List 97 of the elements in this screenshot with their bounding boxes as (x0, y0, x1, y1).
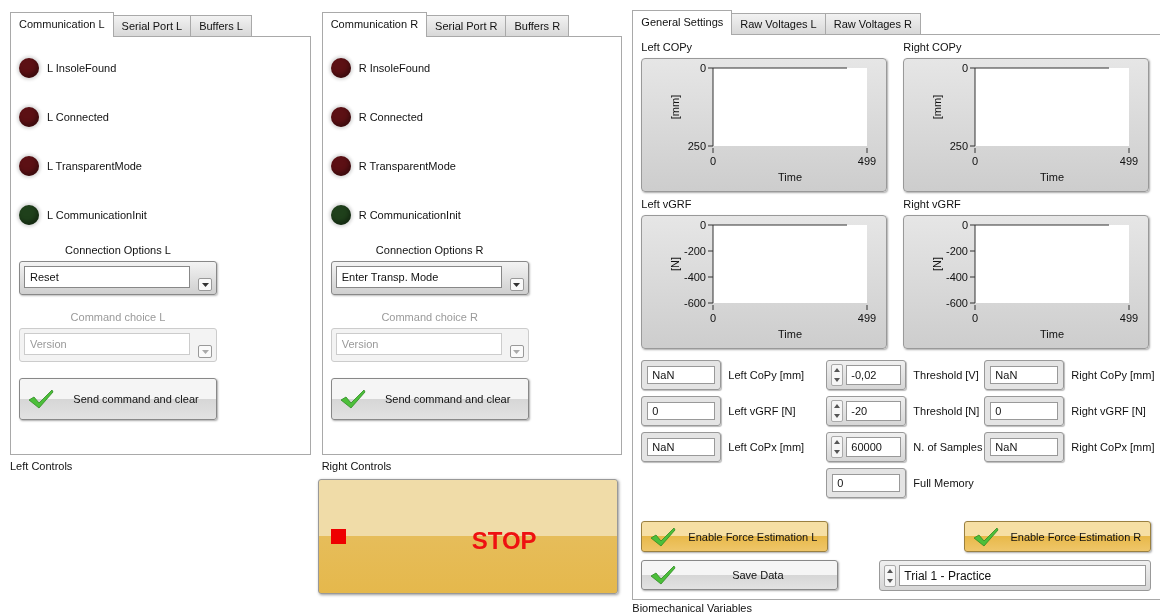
axis-title: [N] (669, 256, 682, 272)
tick-label: 499 (858, 155, 877, 167)
spinner-icon (831, 400, 844, 422)
numeric-control[interactable]: -0,02 (826, 360, 907, 390)
numeric-indicator: 0 (826, 468, 907, 498)
tick-label: 0 (700, 62, 707, 74)
tick-label: -600 (946, 297, 969, 309)
chart-title: Right vGRF (903, 198, 962, 212)
led-label: R TransparentMode (358, 160, 456, 172)
tick-label: 0 (962, 62, 969, 74)
led-label: R Connected (358, 111, 423, 123)
numeric-indicator: 0 (641, 396, 722, 426)
tick-label: -200 (946, 245, 969, 257)
spinner-icon (831, 436, 844, 458)
led-label: L TransparentMode (47, 160, 142, 172)
panel-caption: Left Controls (10, 460, 74, 474)
dropdown[interactable]: Enter Transp. Mode (330, 261, 529, 295)
led-label: L InsoleFound (47, 62, 117, 74)
dropdown[interactable]: Reset (19, 261, 217, 295)
check-icon (650, 526, 677, 547)
tick-label: 0 (962, 219, 969, 231)
dropdown-label: Command choice L (69, 311, 167, 323)
led-label: R InsoleFound (358, 62, 431, 74)
chart-title: Right COPy (903, 41, 963, 55)
tick-label: 499 (1120, 155, 1139, 167)
tab[interactable]: Serial Port L (112, 15, 192, 36)
tick-label: -400 (684, 271, 707, 283)
tick-label: -400 (946, 271, 969, 283)
check-icon (339, 389, 366, 409)
field-label: Right vGRF [N] (1071, 405, 1146, 417)
field-label: Left vGRF [N] (728, 405, 796, 417)
caret-icon (513, 349, 521, 354)
numeric-control[interactable]: -20 (826, 396, 907, 426)
tick-label: 250 (950, 140, 969, 152)
tab[interactable]: Buffers L (190, 15, 252, 36)
tick-label: 250 (688, 140, 707, 152)
field-label: N. of Samples (913, 441, 983, 453)
tick-label: 0 (710, 155, 717, 167)
tab[interactable]: Buffers R (505, 15, 570, 36)
field-label: Right CoPy [mm] (1071, 369, 1155, 381)
axis-title: Time (1040, 328, 1065, 340)
field-label: Threshold [N] (913, 405, 980, 417)
check-icon (650, 565, 677, 585)
stop-icon (330, 529, 346, 544)
axis-title: Time (1040, 171, 1065, 183)
tab[interactable]: Communication L (10, 12, 114, 37)
panel-caption: Right Controls (321, 460, 393, 474)
check-icon (28, 389, 54, 409)
axis-title: [mm] (669, 94, 682, 120)
tab[interactable]: Communication R (321, 12, 428, 37)
tick-label: 499 (1120, 312, 1139, 324)
axis-title: Time (778, 171, 803, 183)
dropdown-label: Connection Options R (374, 244, 485, 256)
numeric-indicator: NaN (984, 360, 1065, 390)
led-label: L Connected (47, 111, 109, 123)
enable-button[interactable]: Enable Force Estimation L (641, 521, 829, 552)
field-label: Left CoPx [mm] (728, 441, 805, 453)
caret-icon (201, 349, 209, 354)
numeric-indicator: NaN (641, 432, 722, 462)
tick-label: -200 (684, 245, 707, 257)
tick-label: 0 (700, 219, 707, 231)
chart-title: Left COPy (641, 41, 694, 55)
tab[interactable]: Raw Voltages R (824, 13, 921, 34)
caret-icon (513, 282, 521, 287)
tick-label: 0 (710, 312, 717, 324)
field-label: Threshold [V] (913, 369, 979, 381)
led-label: L CommunicationInit (47, 209, 147, 221)
check-icon (973, 526, 1000, 547)
axis-title: [N] (931, 256, 944, 272)
spinner-icon (831, 364, 844, 386)
enable-button[interactable]: Enable Force Estimation R (964, 521, 1152, 552)
tick-label: -600 (684, 297, 707, 309)
save-button[interactable]: Save Data (641, 560, 839, 590)
numeric-indicator: 0 (984, 396, 1065, 426)
numeric-indicator: NaN (984, 432, 1065, 462)
panel-caption: Biomechanical Variables (632, 602, 753, 616)
dropdown-label: Command choice R (380, 311, 479, 323)
axis-title: [mm] (931, 94, 944, 120)
numeric-control[interactable]: 60000 (826, 432, 907, 462)
chart-title: Left vGRF (641, 198, 693, 212)
field-label: Right CoPx [mm] (1071, 441, 1155, 453)
trial-selector[interactable]: Trial 1 - Practice (879, 560, 1152, 591)
tick-label: 0 (972, 312, 979, 324)
field-label: Full Memory (913, 477, 974, 489)
field-label: Left CoPy [mm] (728, 369, 805, 381)
led-label: R CommunicationInit (358, 209, 461, 221)
numeric-indicator: NaN (641, 360, 722, 390)
tick-label: 499 (858, 312, 877, 324)
send-button[interactable]: Send command and clear (330, 378, 529, 420)
tick-label: 0 (972, 155, 979, 167)
dropdown-label: Connection Options L (64, 244, 172, 256)
caret-icon (201, 282, 209, 287)
tab[interactable]: Serial Port R (426, 15, 507, 36)
tab[interactable]: General Settings (632, 10, 733, 35)
axis-title: Time (778, 328, 803, 340)
tab[interactable]: Raw Voltages L (731, 13, 826, 34)
send-button[interactable]: Send command and clear (19, 378, 217, 420)
